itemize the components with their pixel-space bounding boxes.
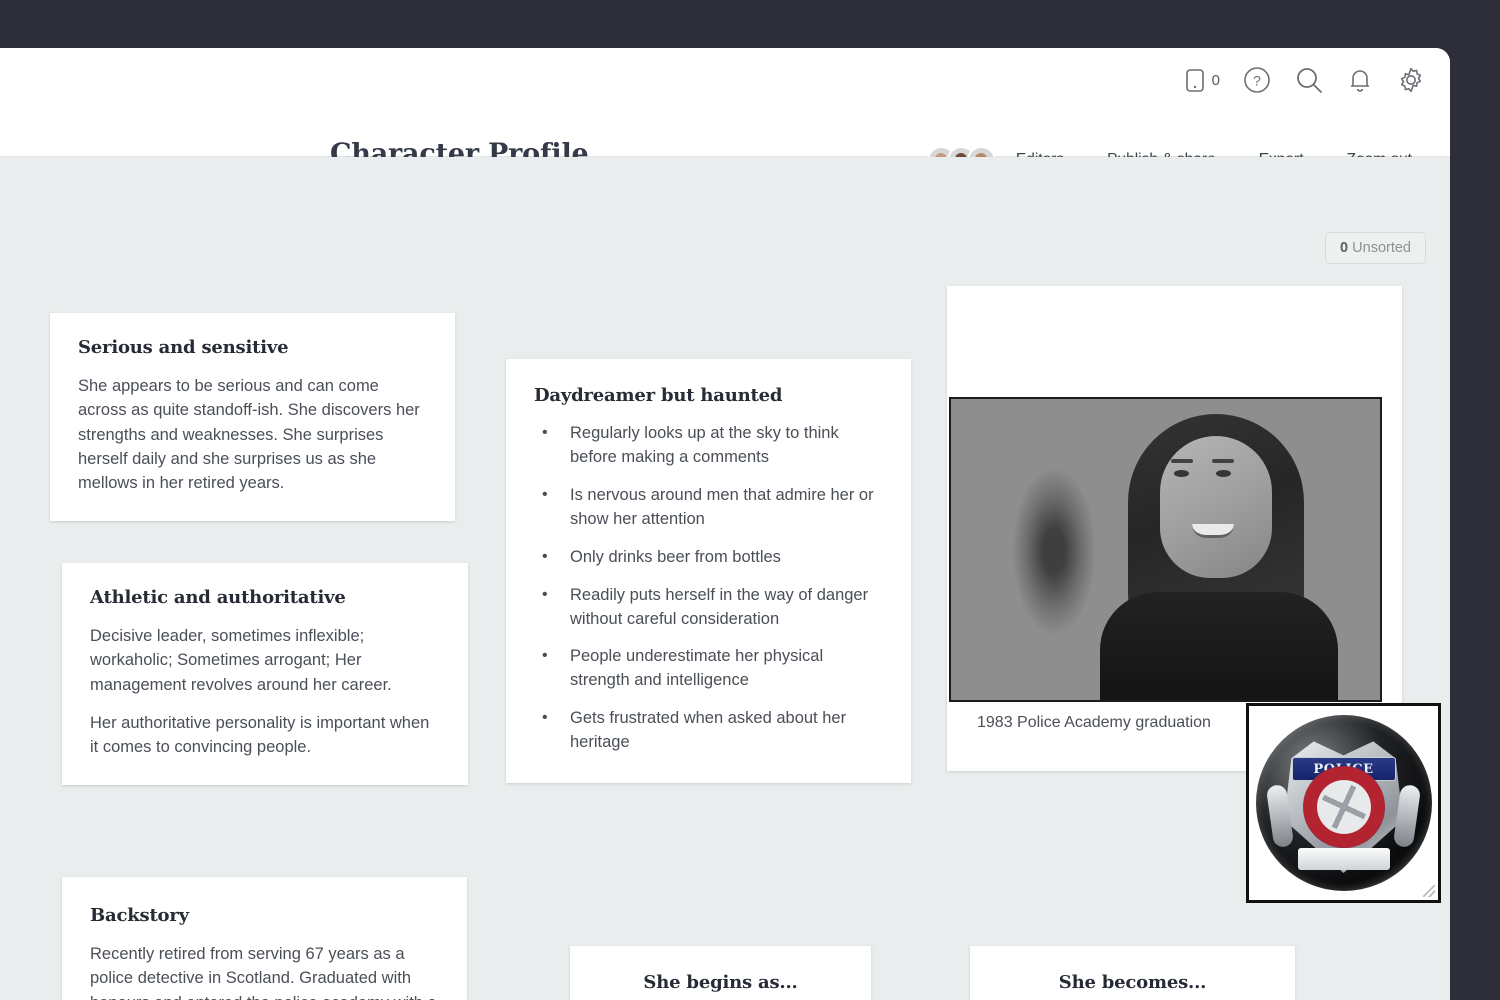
unsorted-badge[interactable]: 0 Unsorted (1325, 232, 1426, 264)
help-button[interactable]: ? (1242, 65, 1272, 95)
card-heading: Daydreamer but haunted (534, 385, 783, 406)
mobile-preview-count: 0 (1211, 71, 1220, 89)
unsorted-count: 0 (1340, 240, 1349, 256)
card-athletic-and-authoritative[interactable]: Athletic and authoritative Decisive lead… (62, 563, 468, 786)
portrait-photo-black-and-white (951, 399, 1380, 700)
card-serious-and-sensitive[interactable]: Serious and sensitive She appears to be … (50, 313, 455, 522)
top-toolbar: 0 ? Character Profile (0, 48, 1450, 175)
card-photo[interactable]: 1983 Police Academy graduation (947, 286, 1402, 771)
badge-center-seal (1302, 765, 1385, 848)
card-heading: She becomes... (1058, 972, 1207, 993)
badge-coin-rim: POLICE (1255, 715, 1432, 891)
badge-scroll (1297, 847, 1390, 870)
list-item: Readily puts herself in the way of dange… (534, 583, 883, 632)
card-heading: Serious and sensitive (78, 337, 289, 358)
search-icon (1297, 68, 1322, 93)
window-chrome-top (0, 0, 1500, 48)
card-paragraph: Her authoritative personality is importa… (90, 713, 430, 756)
mobile-preview-button[interactable]: 0 (1184, 67, 1220, 93)
card-paragraph: She appears to be serious and can come a… (78, 377, 420, 492)
notifications-bell-icon (1351, 70, 1369, 92)
card-heading: She begins as... (643, 972, 798, 993)
app-panel: 0 ? Character Profile 0 Unsorted Serious… (0, 48, 1450, 1000)
resize-handle[interactable] (1423, 885, 1435, 897)
settings-gear-icon (1400, 67, 1422, 93)
card-heading: Backstory (90, 905, 189, 926)
list-item: People underestimate her physical streng… (534, 644, 883, 693)
settings-button[interactable] (1396, 65, 1426, 95)
toolbar-icon-row: 0 ? (1184, 58, 1426, 102)
list-item: Is nervous around men that admire her or… (534, 483, 883, 532)
card-daydreamer-but-haunted[interactable]: Daydreamer but haunted Regularly looks u… (506, 359, 911, 784)
card-bullet-list: Regularly looks up at the sky to think b… (534, 421, 883, 755)
card-backstory[interactable]: Backstory Recently retired from serving … (62, 877, 467, 1000)
notifications-button[interactable] (1346, 65, 1374, 95)
photo-frame[interactable] (949, 397, 1382, 702)
list-item: Only drinks beer from bottles (534, 545, 883, 570)
card-paragraph: Recently retired from serving 67 years a… (90, 945, 437, 1000)
help-icon: ? (1244, 67, 1270, 93)
list-item: Regularly looks up at the sky to think b… (534, 421, 883, 470)
card-she-begins-as[interactable]: She begins as... A tough and often hosti… (570, 946, 871, 1000)
search-button[interactable] (1294, 65, 1324, 95)
portrait-subject (1092, 400, 1342, 700)
police-badge-image[interactable]: POLICE (1246, 703, 1441, 903)
svg-text:?: ? (1253, 73, 1261, 89)
unsorted-label: Unsorted (1352, 240, 1411, 256)
card-paragraph: Decisive leader, sometimes inflexible; w… (90, 627, 392, 694)
card-she-becomes[interactable]: She becomes... A character that has a lo… (970, 946, 1295, 1000)
mobile-preview-icon (1185, 69, 1204, 92)
list-item: Gets frustrated when asked about her her… (534, 706, 883, 755)
photo-caption: 1983 Police Academy graduation (977, 714, 1211, 731)
app-window: 0 ? Character Profile 0 Unsorted Serious… (0, 0, 1500, 1000)
board-canvas[interactable]: 0 Unsorted Serious and sensitive She app… (0, 157, 1450, 1000)
card-heading: Athletic and authoritative (90, 587, 346, 608)
